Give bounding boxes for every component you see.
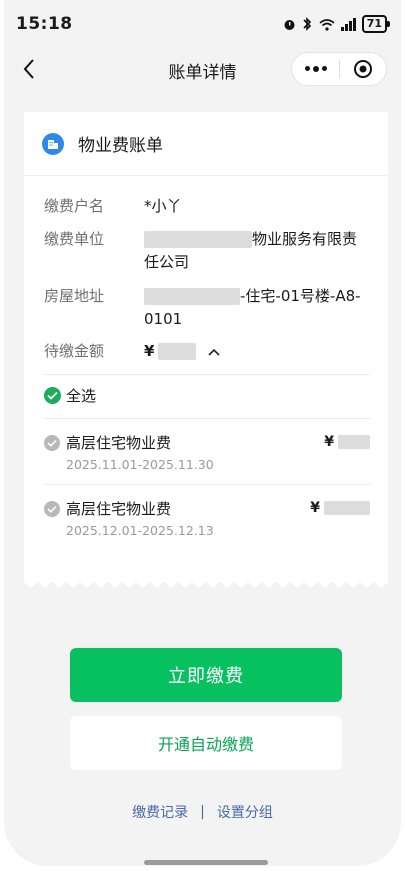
field-value-part: 物业服务有限责 <box>252 230 358 248</box>
currency-symbol: ¥ <box>144 342 155 360</box>
bill-card: 物业费账单 缴费户名 *小丫 缴费单位 物业服务有限责 任公司 房屋地址 -住宅… <box>24 112 388 580</box>
checkmark-circle-icon <box>44 387 61 404</box>
field-label: 房屋地址 <box>44 287 105 305</box>
set-group-link[interactable]: 设置分组 <box>217 802 273 822</box>
field-value-line2: 任公司 <box>144 253 190 271</box>
mini-program-capsule <box>291 52 387 86</box>
payment-records-link[interactable]: 缴费记录 <box>132 802 188 822</box>
checkmark-circle-icon[interactable] <box>44 501 60 517</box>
field-label: 缴费单位 <box>44 230 105 248</box>
redacted-amount <box>324 501 370 515</box>
bill-item-label: 高层住宅物业费 <box>66 500 172 518</box>
bill-item-amount: ¥ <box>324 434 370 450</box>
divider <box>44 484 370 485</box>
link-separator: | <box>200 804 205 820</box>
currency-symbol: ¥ <box>310 500 320 516</box>
redacted-text <box>144 231 252 248</box>
bill-item-period: 2025.12.01-2025.12.13 <box>66 523 214 538</box>
redacted-text <box>144 288 240 305</box>
bill-card-header: 物业费账单 <box>24 112 388 176</box>
field-label: 缴费户名 <box>44 197 105 215</box>
field-value: *小丫 <box>144 197 182 215</box>
receipt-torn-edge <box>24 578 388 588</box>
phone-screen: 15:18 71 账单详情 物业费账单 缴费户名 *小丫 缴费单位 物业服务有限… <box>4 0 401 866</box>
field-amount-due[interactable]: 待缴金额 ¥ <box>44 340 374 363</box>
signal-icon <box>340 17 356 31</box>
field-value-part: -住宅-01号楼-A8- <box>240 287 361 305</box>
select-all-toggle[interactable]: 全选 <box>44 385 96 406</box>
select-all-label: 全选 <box>66 387 97 405</box>
close-mini-program-button[interactable] <box>340 59 386 79</box>
field-value: 物业服务有限责 任公司 <box>144 228 374 274</box>
building-icon <box>42 132 64 155</box>
field-value-line2: 0101 <box>144 310 183 328</box>
bill-item-amount: ¥ <box>310 500 370 516</box>
status-bar: 15:18 71 <box>4 0 401 46</box>
redacted-amount <box>338 435 370 449</box>
field-value: -住宅-01号楼-A8- 0101 <box>144 285 374 331</box>
wifi-icon <box>319 18 335 31</box>
bill-title: 物业费账单 <box>78 136 163 156</box>
auto-pay-button[interactable]: 开通自动缴费 <box>70 716 342 770</box>
field-payee-unit: 缴费单位 物业服务有限责 任公司 <box>44 228 374 274</box>
redacted-amount <box>158 343 197 360</box>
checkmark-circle-icon[interactable] <box>44 435 60 451</box>
alarm-icon <box>284 19 295 30</box>
bill-item-name: 高层住宅物业费 <box>44 498 171 520</box>
chevron-up-icon[interactable] <box>208 348 221 356</box>
field-house-address: 房屋地址 -住宅-01号楼-A8- 0101 <box>44 285 374 331</box>
status-icons: 71 <box>283 15 391 33</box>
field-value: ¥ <box>144 340 374 363</box>
bill-item-period: 2025.11.01-2025.11.30 <box>66 457 214 472</box>
more-button[interactable] <box>292 66 339 72</box>
field-label: 待缴金额 <box>44 342 105 360</box>
nav-bar: 账单详情 <box>4 50 401 90</box>
bill-item-name: 高层住宅物业费 <box>44 432 171 454</box>
currency-symbol: ¥ <box>324 434 334 450</box>
footer-links: 缴费记录 | 设置分组 <box>4 802 401 822</box>
divider <box>44 418 370 419</box>
bill-item-label: 高层住宅物业费 <box>66 434 172 452</box>
target-icon <box>354 60 372 78</box>
pay-now-button[interactable]: 立即缴费 <box>70 648 342 702</box>
home-indicator[interactable] <box>144 860 268 865</box>
status-time: 15:18 <box>16 14 73 34</box>
field-account-name: 缴费户名 *小丫 <box>44 195 374 218</box>
bluetooth-icon <box>303 17 311 31</box>
battery-icon: 71 <box>361 15 391 33</box>
list-item[interactable]: 高层住宅物业费 2025.12.01-2025.12.13 ¥ <box>44 498 370 546</box>
divider <box>44 374 370 375</box>
list-item[interactable]: 高层住宅物业费 2025.11.01-2025.11.30 ¥ <box>44 432 370 480</box>
